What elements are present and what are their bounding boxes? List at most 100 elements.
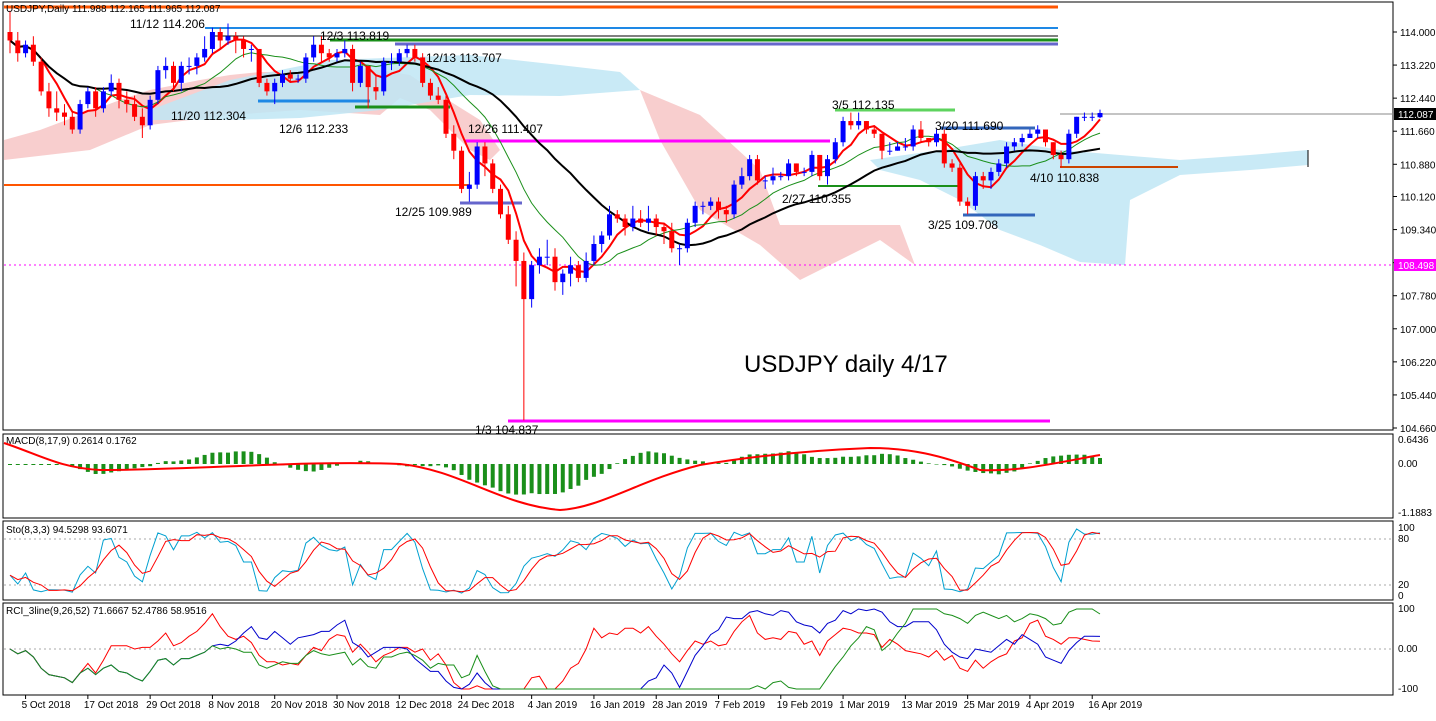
- macd-bar: [24, 464, 28, 465]
- candle-body: [101, 91, 106, 108]
- annotation-label: 12/25 109.989: [395, 205, 472, 219]
- candle-body: [895, 146, 900, 150]
- macd-bar: [421, 464, 425, 466]
- candle-body: [187, 66, 192, 67]
- rci-tick: 0.00: [1398, 644, 1418, 655]
- candle-body: [747, 159, 752, 176]
- rci-header-label: RCI_3line(9,26,52) 71.6667 52.4786 58.95…: [6, 606, 207, 617]
- annotation-label: 12/13 113.707: [426, 51, 502, 65]
- candle-body: [708, 202, 713, 206]
- macd-bar: [39, 464, 43, 465]
- macd-bar: [530, 464, 534, 493]
- macd-bar: [335, 464, 339, 466]
- macd-bar: [1020, 464, 1024, 468]
- macd-bar: [600, 464, 604, 474]
- annotation-label: 2/27 110.355: [782, 192, 852, 206]
- date-axis: 5 Oct 201817 Oct 201829 Oct 20188 Nov 20…: [22, 695, 1143, 711]
- candle-body: [521, 261, 526, 299]
- candle-body: [591, 244, 596, 261]
- macd-bar: [592, 464, 596, 477]
- rci-tick: -100: [1398, 684, 1418, 695]
- macd-tick: 0.6436: [1398, 435, 1429, 446]
- macd-bar: [888, 454, 892, 464]
- macd-bar: [880, 454, 884, 464]
- candle-body: [887, 151, 892, 152]
- candle-body: [264, 83, 269, 91]
- candle-body: [646, 219, 651, 223]
- candle-body: [918, 130, 923, 138]
- macd-axis: 0.6436 0.00 -1.1883: [1398, 435, 1432, 519]
- candle-body: [358, 66, 363, 83]
- price-tick-label: 111.660: [1400, 127, 1435, 138]
- macd-bar: [242, 451, 246, 464]
- candle-body: [31, 45, 36, 62]
- macd-bar: [187, 459, 191, 464]
- candle-body: [420, 57, 425, 82]
- date-tick-label: 17 Oct 2018: [84, 700, 139, 711]
- macd-bar: [810, 457, 814, 464]
- macd-bar: [1067, 455, 1071, 464]
- macd-bar: [436, 464, 440, 465]
- macd-bar: [927, 463, 931, 464]
- date-tick-label: 7 Feb 2019: [715, 700, 766, 711]
- stochastic-tick: 20: [1398, 580, 1410, 591]
- candle-body: [755, 159, 760, 180]
- macd-tick: -1.1883: [1398, 508, 1432, 519]
- macd-bar: [841, 457, 845, 464]
- candle-body: [1074, 117, 1079, 134]
- candle-body: [654, 219, 659, 227]
- candle-body: [1035, 130, 1040, 134]
- chart-root: 11/12 114.206 12/3 113.819 12/13 113.707…: [0, 0, 1436, 716]
- candle-body: [54, 108, 59, 112]
- candle-body: [669, 231, 674, 248]
- price-tick-label: 107.000: [1400, 325, 1436, 336]
- stochastic-header-label: Sto(8,3,3) 94.5298 93.6071: [6, 525, 128, 536]
- macd-bar: [210, 453, 214, 464]
- price-tick-label: 110.880: [1400, 160, 1436, 171]
- candle-body: [560, 274, 565, 282]
- macd-bar: [164, 461, 168, 464]
- macd-bar: [1082, 455, 1086, 464]
- candle-body: [989, 172, 994, 180]
- macd-bar: [101, 464, 105, 474]
- candle-body: [506, 214, 511, 239]
- macd-bar: [685, 459, 689, 464]
- candle-body: [599, 236, 604, 244]
- macd-bar: [234, 451, 238, 464]
- date-tick-label: 5 Oct 2018: [22, 700, 71, 711]
- annotation-label: 12/26 111.407: [468, 122, 543, 136]
- candle-body: [926, 138, 931, 142]
- date-tick-label: 4 Apr 2019: [1026, 700, 1075, 711]
- macd-bar: [1028, 463, 1032, 464]
- macd-bar: [903, 458, 907, 464]
- price-tick-label: 105.440: [1400, 391, 1436, 402]
- candle-body: [981, 176, 986, 180]
- price-tick-label: 112.440: [1400, 94, 1436, 105]
- stochastic-axis: 100 80 20 0: [1398, 523, 1415, 602]
- price-tick-label: 114.000: [1400, 28, 1436, 39]
- macd-bar: [623, 459, 627, 464]
- candle-body: [576, 265, 581, 278]
- annotation-label: 12/6 112.233: [279, 122, 349, 136]
- candle-body: [140, 117, 145, 125]
- macd-bar: [919, 462, 923, 464]
- macd-bar: [872, 455, 876, 464]
- annotation-label: 11/20 112.304: [171, 109, 246, 123]
- reference-price-label: 108.498: [1398, 261, 1435, 272]
- macd-bar: [265, 458, 269, 464]
- macd-bar: [1005, 464, 1009, 473]
- candle-body: [397, 53, 402, 61]
- candle-body: [272, 83, 277, 91]
- macd-bar: [911, 460, 915, 464]
- candle-body: [155, 70, 160, 100]
- candle-body: [872, 130, 877, 134]
- candle-body: [444, 100, 449, 134]
- candle-body: [257, 49, 262, 83]
- candle-body: [366, 66, 371, 87]
- candle-body: [1098, 113, 1103, 117]
- macd-bar: [693, 461, 697, 464]
- candle-body: [903, 146, 908, 147]
- macd-bar: [319, 464, 323, 470]
- candle-body: [856, 121, 861, 125]
- macd-bar: [312, 464, 316, 471]
